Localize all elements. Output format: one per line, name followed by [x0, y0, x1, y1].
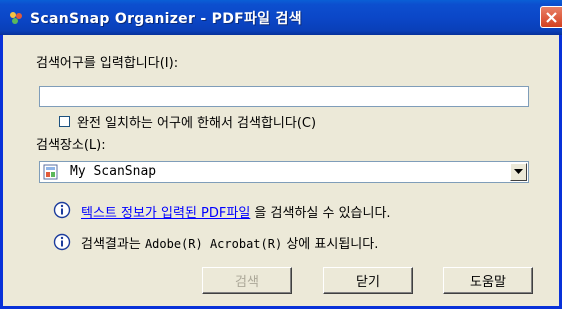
search-location-select[interactable]: My ScanSnap [39, 161, 529, 183]
scansnap-folder-icon [43, 164, 58, 180]
info-line-pdf: 텍스트 정보가 입력된 PDF파일 을 검색하실 수 있습니다. [81, 202, 391, 221]
info-line-acrobat: 검색결과는 Adobe(R) Acrobat(R) 상에 표시됩니다. [81, 233, 378, 252]
info-icon [53, 201, 71, 219]
close-button[interactable]: 닫기 [323, 267, 413, 294]
search-input[interactable] [39, 86, 529, 107]
scansnap-app-icon [10, 12, 22, 24]
exact-match-label: 완전 일치하는 어구에 한해서 검색합니다(C) [77, 116, 317, 131]
chevron-down-icon [514, 169, 523, 174]
info-line-acrobat-suffix: 상에 표시됩니다. [282, 237, 379, 252]
help-button[interactable]: 도움말 [443, 267, 533, 294]
search-prompt-label: 검색어구를 입력합니다(I): [36, 56, 179, 71]
title-bar[interactable]: ScanSnap Organizer - PDF파일 검색 [0, 0, 562, 35]
searchable-pdf-link[interactable]: 텍스트 정보가 입력된 PDF파일 [81, 206, 250, 221]
window-title: ScanSnap Organizer - PDF파일 검색 [30, 11, 302, 27]
info-icon [53, 233, 71, 251]
search-location-label: 검색장소(L): [36, 138, 106, 153]
info-line-acrobat-app: Adobe(R) Acrobat(R) [144, 237, 283, 251]
search-button[interactable]: 검색 [202, 267, 292, 294]
search-location-value: My ScanSnap [70, 164, 157, 179]
exact-match-checkbox[interactable] [59, 116, 70, 127]
info-line-pdf-text: 을 검색하실 수 있습니다. [250, 206, 391, 221]
info-line-acrobat-prefix: 검색결과는 [81, 237, 145, 252]
dropdown-button[interactable] [510, 163, 527, 181]
dialog-window: ScanSnap Organizer - PDF파일 검색 검색어구를 입력합니… [0, 0, 562, 309]
close-icon [546, 12, 557, 23]
close-window-button[interactable] [540, 6, 562, 28]
